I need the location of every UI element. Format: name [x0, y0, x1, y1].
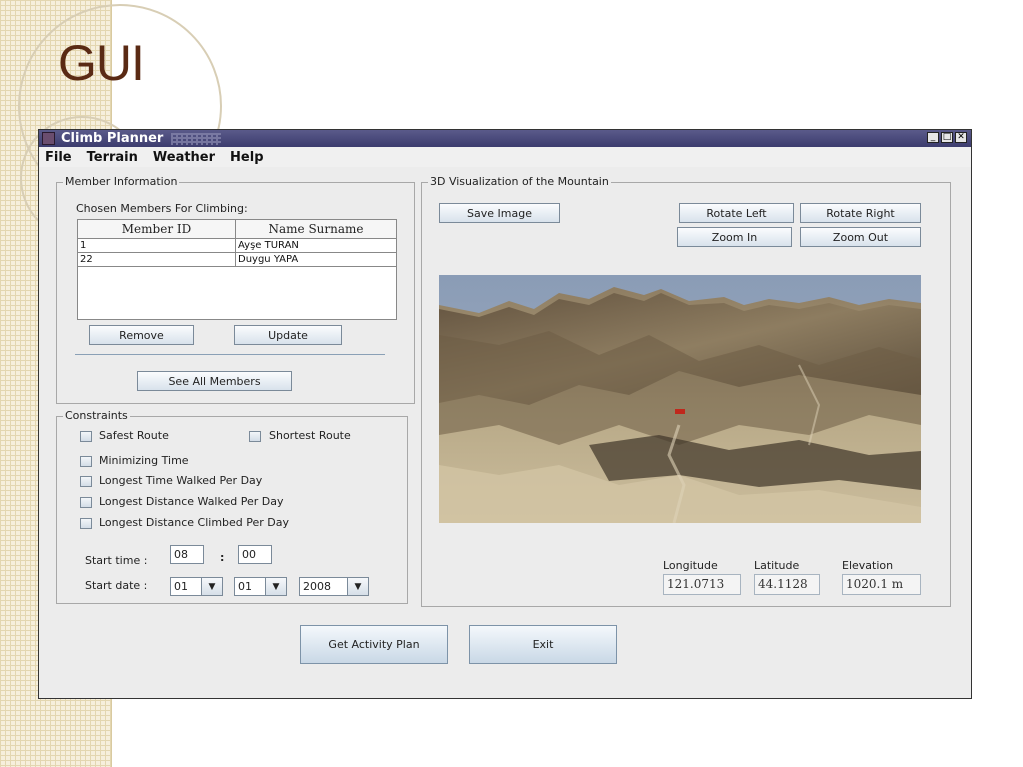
- app-icon: [42, 132, 55, 145]
- cell-member-id: 22: [78, 253, 236, 266]
- members-table[interactable]: Member ID Name Surname 1 Ayşe TURAN 22 D…: [77, 219, 397, 320]
- constraints-title: Constraints: [63, 409, 130, 422]
- member-separator: [75, 354, 385, 355]
- latitude-value: 44.1128: [754, 574, 820, 595]
- menu-terrain[interactable]: Terrain: [87, 150, 138, 165]
- rotate-right-button[interactable]: Rotate Right: [800, 203, 921, 223]
- cell-member-id: 1: [78, 239, 236, 252]
- cell-name-surname: Ayşe TURAN: [238, 240, 299, 251]
- start-year-value: 2008: [303, 580, 331, 593]
- chevron-down-icon[interactable]: ▼: [265, 578, 286, 595]
- visualization-title: 3D Visualization of the Mountain: [428, 175, 611, 188]
- exit-button[interactable]: Exit: [469, 625, 617, 664]
- elevation-label: Elevation: [842, 559, 894, 572]
- longest-climbed-label: Longest Distance Climbed Per Day: [99, 516, 290, 529]
- remove-button[interactable]: Remove: [89, 325, 194, 345]
- start-minute-field[interactable]: 00: [238, 545, 272, 564]
- see-all-members-button[interactable]: See All Members: [137, 371, 292, 391]
- start-month-value: 01: [238, 580, 252, 593]
- climb-planner-window: Climb Planner _ □ ✕ File Terrain Weather…: [38, 129, 972, 699]
- mountain-3d-view[interactable]: [439, 275, 921, 523]
- longest-distance-checkbox[interactable]: [80, 497, 92, 508]
- titlebar-texture: [171, 132, 222, 145]
- table-row[interactable]: 1 Ayşe TURAN: [78, 239, 396, 253]
- minimizing-time-label: Minimizing Time: [99, 454, 189, 467]
- maximize-icon[interactable]: □: [941, 132, 953, 143]
- safest-route-label: Safest Route: [99, 429, 169, 442]
- zoom-in-button[interactable]: Zoom In: [677, 227, 792, 247]
- start-day-value: 01: [174, 580, 188, 593]
- minimize-icon[interactable]: _: [927, 132, 939, 143]
- latitude-label: Latitude: [754, 559, 800, 572]
- shortest-route-label: Shortest Route: [269, 429, 351, 442]
- start-day-select[interactable]: 01 ▼: [170, 577, 223, 596]
- zoom-out-button[interactable]: Zoom Out: [800, 227, 921, 247]
- slide-title: GUI: [58, 35, 145, 91]
- column-name-surname[interactable]: Name Surname: [236, 220, 396, 238]
- longest-time-label: Longest Time Walked Per Day: [99, 474, 263, 487]
- start-time-label: Start time :: [85, 554, 148, 567]
- mountain-terrain-image: [439, 275, 921, 523]
- safest-route-checkbox[interactable]: [80, 431, 92, 442]
- start-hour-field[interactable]: 08: [170, 545, 204, 564]
- update-button[interactable]: Update: [234, 325, 342, 345]
- menu-bar: File Terrain Weather Help: [39, 147, 971, 167]
- start-date-label: Start date :: [85, 579, 148, 592]
- get-activity-plan-button[interactable]: Get Activity Plan: [300, 625, 448, 664]
- window-title: Climb Planner: [61, 131, 164, 146]
- rotate-left-button[interactable]: Rotate Left: [679, 203, 794, 223]
- chosen-members-label-text: Chosen Members For Climbing:: [76, 202, 248, 215]
- column-member-id[interactable]: Member ID: [78, 220, 236, 238]
- shortest-route-checkbox[interactable]: [249, 431, 261, 442]
- location-marker: [675, 409, 685, 414]
- start-year-select[interactable]: 2008 ▼: [299, 577, 369, 596]
- table-header: Member ID Name Surname: [78, 220, 396, 239]
- elevation-value: 1020.1 m: [842, 574, 921, 595]
- minimizing-time-checkbox[interactable]: [80, 456, 92, 467]
- table-row[interactable]: 22 Duygu YAPA: [78, 253, 396, 267]
- close-icon[interactable]: ✕: [955, 132, 967, 143]
- longitude-value: 121.0713: [663, 574, 741, 595]
- chevron-down-icon[interactable]: ▼: [201, 578, 222, 595]
- longest-climbed-checkbox[interactable]: [80, 518, 92, 529]
- longest-time-checkbox[interactable]: [80, 476, 92, 487]
- window-titlebar[interactable]: Climb Planner _ □ ✕: [39, 130, 971, 147]
- constraints-group: Constraints: [56, 409, 408, 604]
- member-information-title: Member Information: [63, 175, 180, 188]
- chevron-down-icon[interactable]: ▼: [347, 578, 368, 595]
- menu-weather[interactable]: Weather: [153, 150, 215, 165]
- cell-name-surname: Duygu YAPA: [238, 254, 299, 265]
- menu-file[interactable]: File: [45, 150, 72, 165]
- time-separator: :: [220, 551, 225, 564]
- longitude-label: Longitude: [663, 559, 718, 572]
- save-image-button[interactable]: Save Image: [439, 203, 560, 223]
- visualization-group: 3D Visualization of the Mountain Save Im…: [421, 175, 951, 607]
- start-month-select[interactable]: 01 ▼: [234, 577, 287, 596]
- menu-help[interactable]: Help: [230, 150, 263, 165]
- longest-distance-label: Longest Distance Walked Per Day: [99, 495, 284, 508]
